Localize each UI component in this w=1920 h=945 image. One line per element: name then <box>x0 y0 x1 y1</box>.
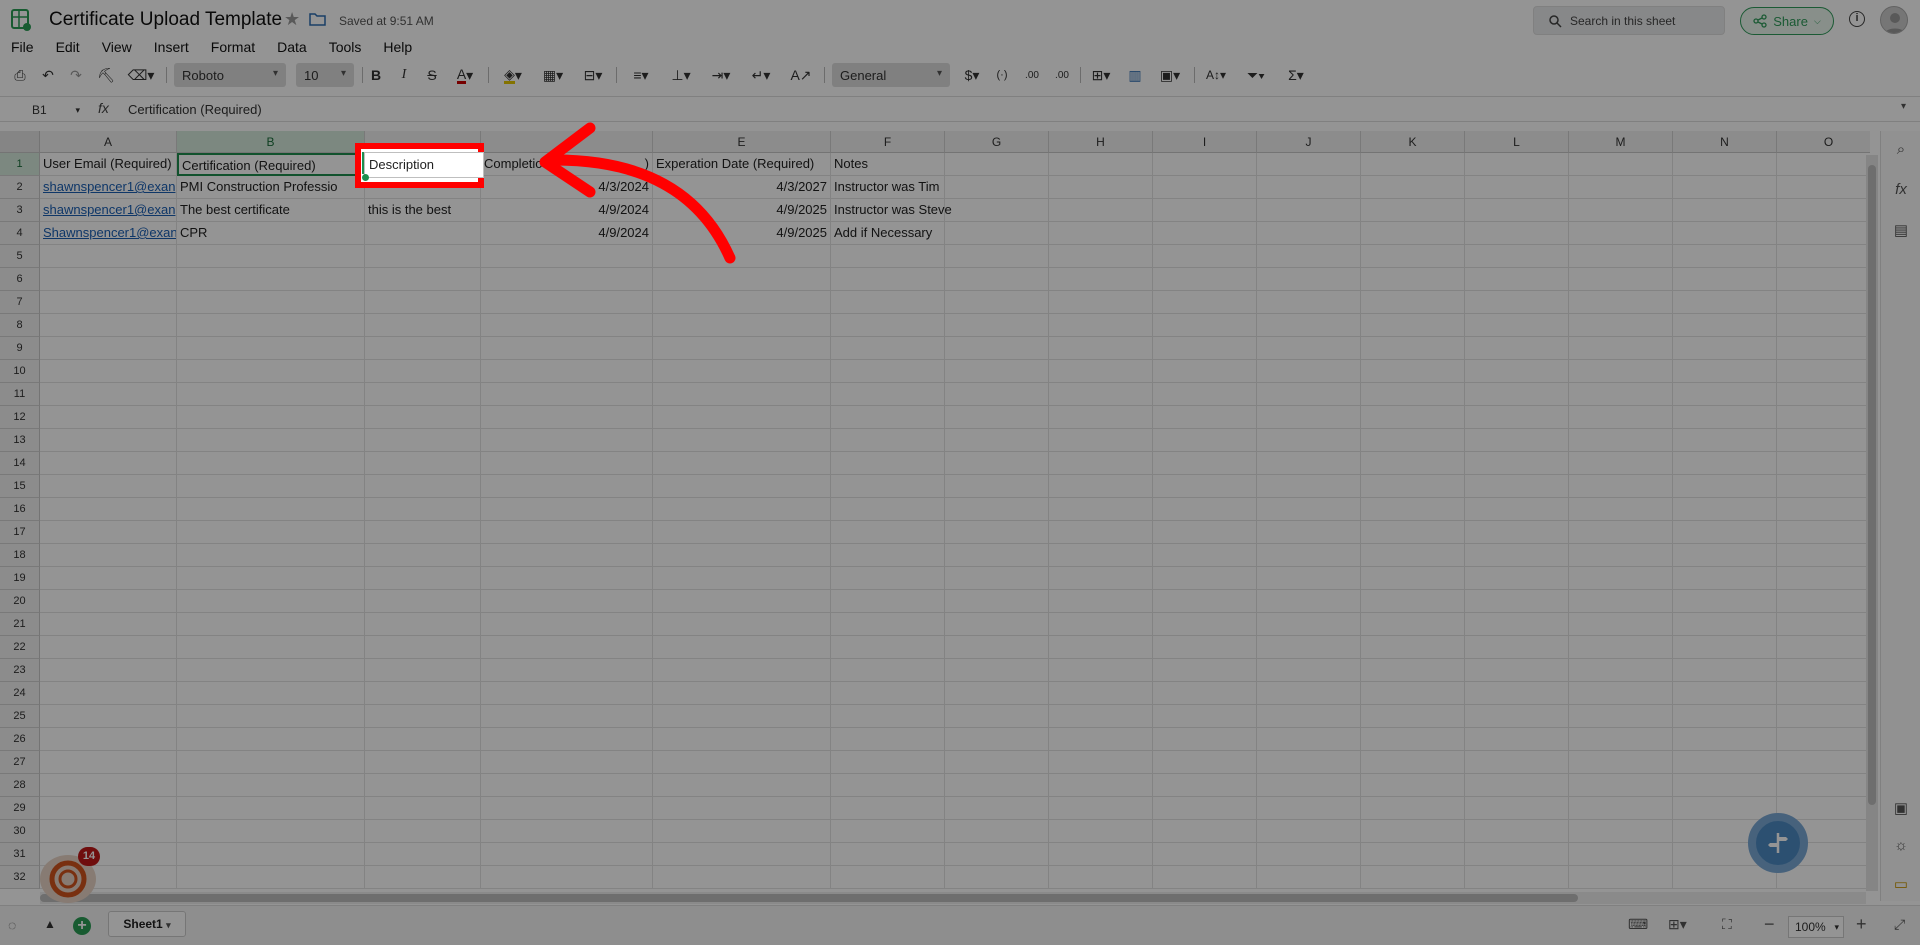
annotation-arrow <box>539 122 736 264</box>
